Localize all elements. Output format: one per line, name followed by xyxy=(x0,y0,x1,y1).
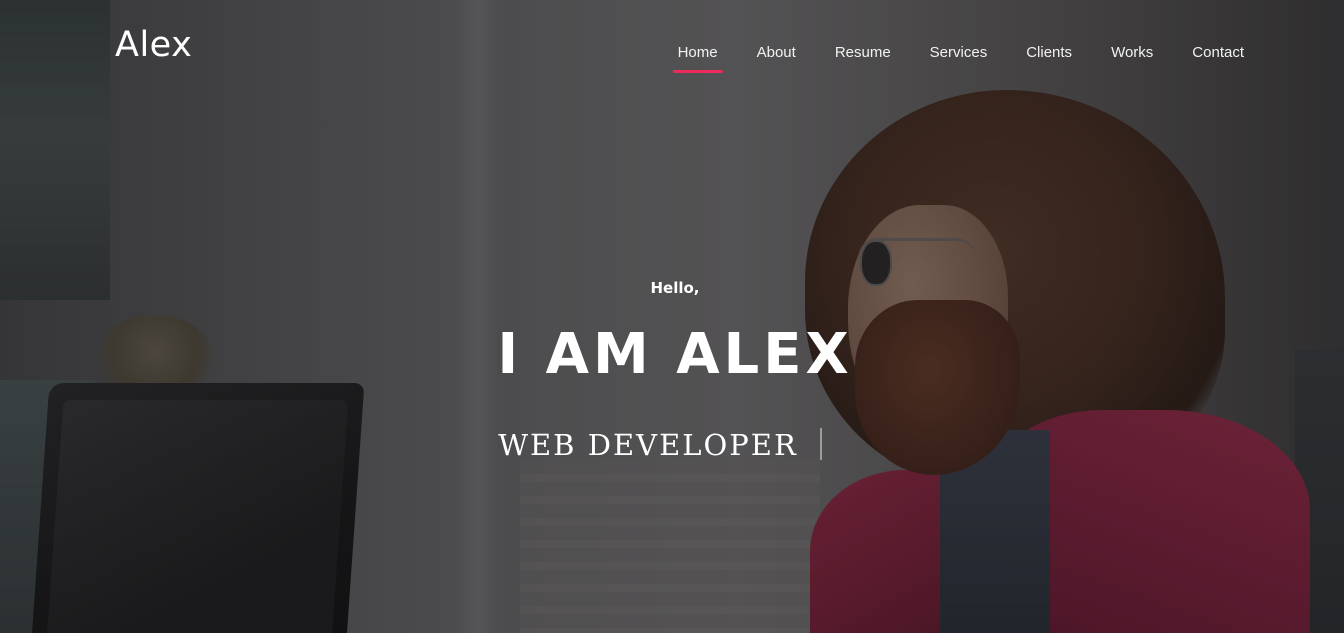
hero-section: Alex Home About Resume Services Clients … xyxy=(0,0,1344,633)
nav-item-about[interactable]: About xyxy=(757,44,796,73)
nav-item-services[interactable]: Services xyxy=(930,44,988,73)
typing-cursor xyxy=(819,428,822,460)
site-header: Alex Home About Resume Services Clients … xyxy=(0,0,1344,100)
hero-subtitle-container: WEB DEVELOPER xyxy=(0,428,1320,462)
nav-item-clients[interactable]: Clients xyxy=(1026,44,1072,73)
nav-item-home[interactable]: Home xyxy=(672,44,723,73)
main-nav: Home About Resume Services Clients Works… xyxy=(639,44,1244,73)
hero-title: I AM ALEX xyxy=(497,322,853,387)
logo-link[interactable]: Alex xyxy=(115,25,192,65)
nav-item-resume[interactable]: Resume xyxy=(835,44,891,73)
nav-item-contact[interactable]: Contact xyxy=(1192,44,1244,73)
nav-item-works[interactable]: Works xyxy=(1111,44,1153,73)
hero-subtitle: WEB DEVELOPER xyxy=(498,428,798,462)
hero-greeting: Hello, xyxy=(650,279,700,297)
